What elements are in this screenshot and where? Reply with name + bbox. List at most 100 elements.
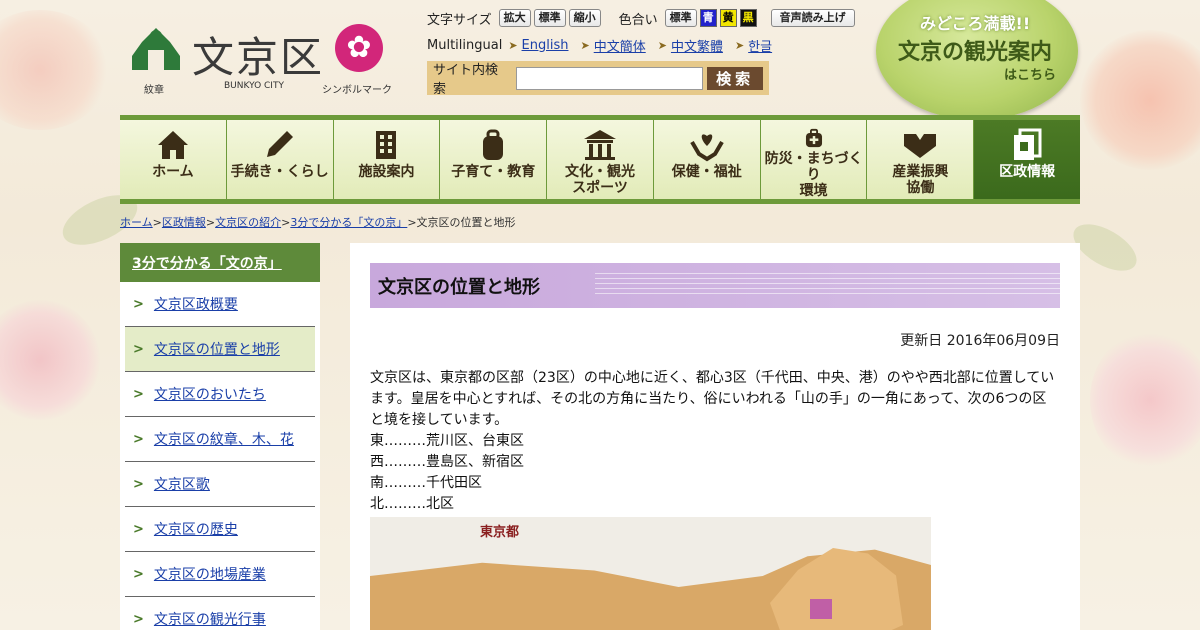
speech-button[interactable]: 音声読み上げ bbox=[770, 9, 855, 27]
chevron-right-icon: > bbox=[133, 386, 144, 402]
lang-zh-traditional-link[interactable]: 中文繁體 bbox=[671, 36, 723, 55]
emblem-label: 紋章 bbox=[144, 85, 164, 96]
arrow-icon: ➤ bbox=[580, 39, 590, 52]
pencil-icon bbox=[266, 131, 293, 157]
nav-label: ホーム bbox=[152, 164, 194, 180]
color-blue-button[interactable]: 青 bbox=[699, 9, 717, 27]
sidebar-link[interactable]: 文京区政概要 bbox=[154, 294, 238, 314]
sidebar-heading[interactable]: 3分で分かる「文の京」 bbox=[120, 243, 320, 282]
color-standard-button[interactable]: 標準 bbox=[664, 9, 697, 27]
nav-industry[interactable]: 産業振興 協働 bbox=[867, 120, 974, 199]
chevron-right-icon: > bbox=[133, 296, 144, 312]
arrow-icon: ➤ bbox=[734, 39, 745, 52]
tourism-banner[interactable]: みどころ満載!! 文京の観光案内 はこちら bbox=[876, 0, 1078, 120]
nav-government[interactable]: 区政情報 bbox=[974, 120, 1081, 199]
search-label: サイト内検索 bbox=[433, 63, 499, 97]
font-larger-button[interactable]: 拡大 bbox=[498, 9, 531, 27]
accessibility-tools: 文字サイズ 拡大 標準 縮小 色合い 標準 青 黄 黒 音声読み上げ bbox=[427, 8, 855, 28]
site-logo[interactable]: 紋章 文京区 BUNKYO CITY ✿ シンボルマーク bbox=[130, 22, 400, 96]
sidebar-item[interactable]: > 文京区の地場産業 bbox=[125, 552, 315, 597]
kit-icon bbox=[805, 128, 822, 148]
color-black-button[interactable]: 黒 bbox=[739, 9, 757, 27]
nav-childcare[interactable]: 子育て・教育 bbox=[440, 120, 547, 199]
page-title: 文京区の位置と地形 bbox=[370, 263, 1060, 308]
lang-english-link[interactable]: English bbox=[522, 38, 569, 53]
chevron-right-icon: > bbox=[133, 566, 144, 582]
border-line: 北………北区 bbox=[370, 496, 454, 512]
flower-decoration bbox=[1090, 330, 1200, 470]
border-line: 西………豊島区、新宿区 bbox=[370, 454, 524, 470]
search-input[interactable] bbox=[515, 66, 704, 90]
article-paragraph: 文京区は、東京都の区部（23区）の中心地に近く、都心3区（千代田、中央、港）のや… bbox=[370, 370, 1055, 428]
global-nav: ホーム 手続き・くらし 施設案内 子育て・教育 文化・観光 スポーツ 保健・福祉 … bbox=[120, 115, 1081, 204]
sidebar-item[interactable]: > 文京区政概要 bbox=[125, 282, 315, 327]
chevron-right-icon: > bbox=[133, 521, 144, 537]
sidebar-link[interactable]: 文京区の位置と地形 bbox=[154, 339, 280, 359]
map-wards bbox=[770, 548, 903, 630]
sidebar-link[interactable]: 文京区の観光行事 bbox=[154, 609, 266, 629]
symbol-label: シンボルマーク bbox=[322, 85, 392, 96]
sidebar-item-active[interactable]: > 文京区の位置と地形 bbox=[125, 327, 315, 372]
sidebar-item[interactable]: > 文京区の歴史 bbox=[125, 507, 315, 552]
home-icon bbox=[157, 131, 188, 159]
breadcrumb: ホーム>区政情報>文京区の紹介>3分で分かる「文の京」>文京区の位置と地形 bbox=[120, 216, 516, 229]
lang-zh-simplified-link[interactable]: 中文簡体 bbox=[594, 36, 646, 55]
font-standard-button[interactable]: 標準 bbox=[533, 9, 566, 27]
sidebar-item[interactable]: > 文京区のおいたち bbox=[125, 372, 315, 417]
nav-culture[interactable]: 文化・観光 スポーツ bbox=[547, 120, 653, 199]
tour-title: 文京の観光案内 bbox=[898, 39, 1053, 65]
emblem-icon bbox=[132, 28, 180, 70]
nav-label: 子育て・教育 bbox=[451, 164, 536, 180]
flower-decoration bbox=[0, 300, 100, 420]
sidebar-link[interactable]: 文京区歌 bbox=[154, 474, 210, 494]
flower-decoration bbox=[1080, 30, 1200, 170]
multilingual-label: Multilingual bbox=[427, 38, 503, 53]
sidebar-item[interactable]: > 文京区の紋章、木、花 bbox=[125, 417, 315, 462]
building-icon bbox=[376, 131, 397, 159]
sidebar-link[interactable]: 文京区の紋章、木、花 bbox=[154, 429, 294, 449]
nav-label: 文化・観光 スポーツ bbox=[565, 164, 636, 196]
site-search: サイト内検索 検索 bbox=[427, 61, 769, 97]
nav-label: 施設案内 bbox=[358, 164, 415, 180]
nav-home[interactable]: ホーム bbox=[120, 120, 226, 199]
city-name-en: BUNKYO CITY bbox=[224, 81, 284, 91]
chevron-right-icon: > bbox=[133, 611, 144, 627]
tour-link-text: はこちら bbox=[1004, 68, 1057, 83]
arrow-icon: ➤ bbox=[657, 39, 667, 52]
nav-disaster[interactable]: 防災・まちづくり 環境 bbox=[760, 120, 867, 199]
breadcrumb-link[interactable]: 文京区の紹介 bbox=[215, 216, 281, 229]
color-label: 色合い bbox=[618, 12, 658, 28]
temple-icon bbox=[584, 130, 617, 160]
nav-procedures[interactable]: 手続き・くらし bbox=[226, 120, 333, 199]
tokyo-map: 東京都 bbox=[370, 517, 931, 630]
updated-date: 更新日 2016年06月09日 bbox=[900, 333, 1060, 349]
font-size-label: 文字サイズ bbox=[427, 12, 492, 28]
nav-welfare[interactable]: 保健・福祉 bbox=[653, 120, 760, 199]
font-smaller-button[interactable]: 縮小 bbox=[568, 9, 601, 27]
document-icon bbox=[1014, 128, 1042, 160]
article-body: 文京区は、東京都の区部（23区）の中心地に近く、都心3区（千代田、中央、港）のや… bbox=[370, 368, 1060, 515]
sidebar-link[interactable]: 文京区の地場産業 bbox=[154, 564, 266, 584]
handshake-icon bbox=[904, 134, 937, 158]
hands-heart-icon bbox=[690, 134, 724, 162]
arrow-icon: ➤ bbox=[508, 39, 518, 52]
breadcrumb-link[interactable]: ホーム bbox=[120, 216, 153, 229]
sidebar-item[interactable]: > 文京区の観光行事 bbox=[125, 597, 315, 630]
chevron-right-icon: > bbox=[133, 431, 144, 447]
sidebar-item[interactable]: > 文京区歌 bbox=[125, 462, 315, 507]
map-label: 東京都 bbox=[480, 525, 520, 540]
nav-label: 区政情報 bbox=[999, 164, 1056, 180]
breadcrumb-link[interactable]: 3分で分かる「文の京」 bbox=[290, 216, 407, 229]
nav-label: 手続き・くらし bbox=[230, 164, 329, 180]
tour-tagline: みどころ満載!! bbox=[920, 14, 1031, 33]
border-line: 東………荒川区、台東区 bbox=[370, 433, 524, 449]
search-button[interactable]: 検索 bbox=[707, 66, 763, 90]
sidebar-link[interactable]: 文京区の歴史 bbox=[154, 519, 238, 539]
sidebar-link[interactable]: 文京区のおいたち bbox=[154, 384, 266, 404]
breadcrumb-link[interactable]: 区政情報 bbox=[162, 216, 206, 229]
nav-facilities[interactable]: 施設案内 bbox=[333, 120, 440, 199]
color-yellow-button[interactable]: 黄 bbox=[719, 9, 737, 27]
backpack-icon bbox=[483, 129, 504, 160]
lang-korean-link[interactable]: 한글 bbox=[748, 36, 772, 55]
symbol-mark-icon: ✿ bbox=[335, 24, 383, 72]
